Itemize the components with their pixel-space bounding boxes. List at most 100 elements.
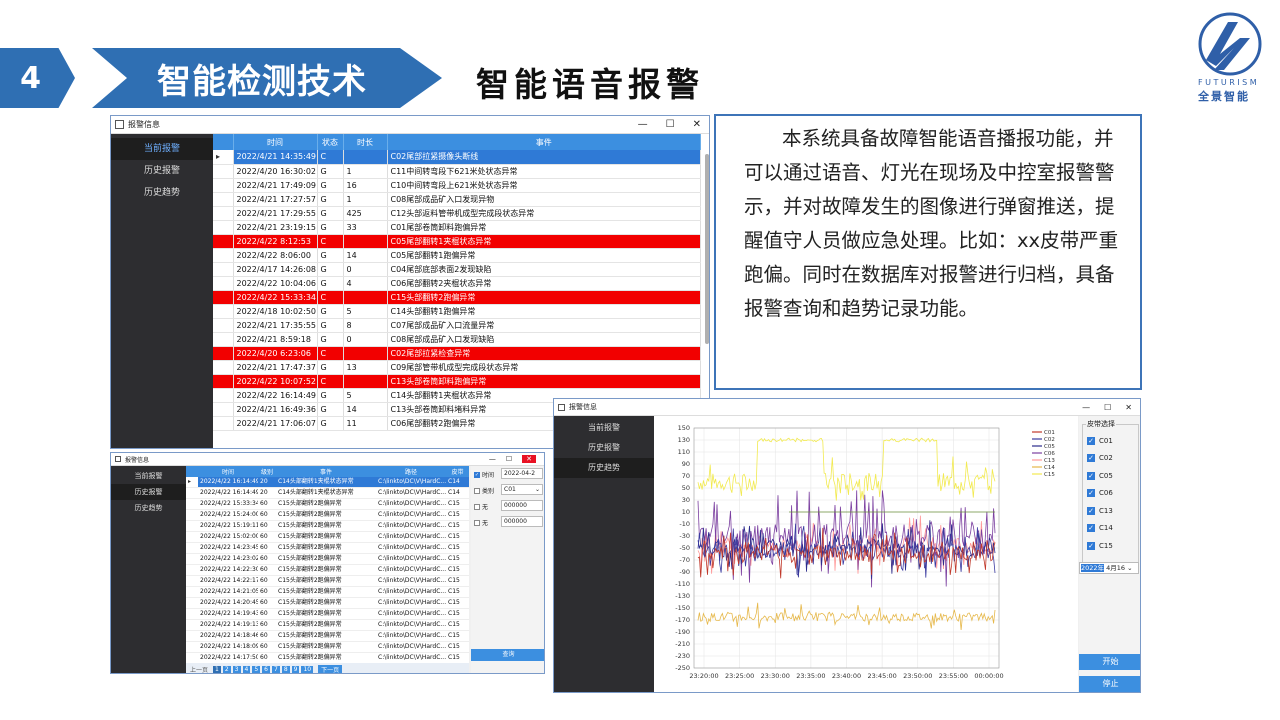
minimize-icon[interactable]: — bbox=[489, 455, 496, 463]
table-row[interactable]: ▸ 2022/4/22 16:14:49 20 C14头部翻转1夹棍状态异常 C:\li… bbox=[186, 477, 469, 488]
belt-option[interactable]: ✓ C02 bbox=[1087, 450, 1113, 468]
stop-button[interactable]: 停止 bbox=[1079, 676, 1140, 692]
table-row[interactable]: 2022/4/17 14:26:08 G 0 C04尾部底部表面2发现缺陷 bbox=[213, 262, 701, 277]
nav-history-alarm[interactable]: 历史报警 bbox=[554, 438, 654, 458]
nav-current-alarm[interactable]: 当前报警 bbox=[554, 418, 654, 438]
col-time[interactable]: 时间 bbox=[233, 134, 318, 150]
time-input[interactable]: 2022-04-2 bbox=[501, 468, 543, 479]
pager-page[interactable]: 7 bbox=[271, 665, 280, 673]
table-row[interactable]: 2022/4/21 17:49:09 G 16 C10中间转弯段上621米处状态异常 bbox=[213, 178, 701, 193]
table-row[interactable]: 2022/4/22 15:19:11 60 C15头部翻转2跑偏异常 C:\linkt… bbox=[186, 520, 469, 532]
pager-page[interactable]: 5 bbox=[252, 665, 261, 673]
table-row[interactable]: 2022/4/22 8:12:53 C C05尾部翻转1夹棍状态异常 bbox=[213, 234, 701, 249]
belt-option[interactable]: ✓ C14 bbox=[1087, 520, 1113, 538]
vertical-scrollbar[interactable] bbox=[705, 154, 709, 344]
col-belt[interactable]: 皮带 bbox=[446, 466, 469, 477]
belt-checkbox[interactable]: ✓ bbox=[1087, 471, 1095, 480]
pager-prev[interactable]: 上一页 bbox=[190, 665, 208, 674]
query-button[interactable]: 查询 bbox=[471, 649, 544, 661]
nav-history-alarm[interactable]: 历史报警 bbox=[111, 160, 213, 182]
col-status[interactable]: 状态 bbox=[317, 134, 344, 150]
table-row[interactable]: 2022/4/22 14:20:45 60 C15头部翻转2跑偏异常 C:\linkt… bbox=[186, 597, 469, 609]
table-row[interactable]: 2022/4/21 17:29:55 G 425 C12头部返料管带机成型完成段状态异… bbox=[213, 206, 701, 221]
col-path[interactable]: 路径 bbox=[376, 466, 446, 477]
table-row[interactable]: 2022/4/22 14:18:09 60 C15头部翻转2跑偏异常 C:\linkt… bbox=[186, 641, 469, 653]
table-row[interactable]: 2022/4/21 8:59:18 G 0 C08尾部成品矿入口发现缺陷 bbox=[213, 332, 701, 347]
col-event[interactable]: 事件 bbox=[276, 466, 376, 477]
table-row[interactable]: 2022/4/22 14:23:45 60 C15头部翻转2跑偏异常 C:\linkt… bbox=[186, 542, 469, 554]
close-icon[interactable]: ✕ bbox=[1125, 403, 1132, 412]
table-row[interactable]: 2022/4/22 14:19:13 60 C15头部翻转2跑偏异常 C:\linkt… bbox=[186, 619, 469, 631]
minimize-icon[interactable]: — bbox=[1082, 403, 1090, 412]
nav-current-alarm[interactable]: 当前报警 bbox=[111, 138, 213, 160]
nav-history-trend[interactable]: 历史趋势 bbox=[111, 182, 213, 204]
table-row[interactable]: 2022/4/22 15:24:00 60 C15头部翻转2跑偏异常 C:\linkt… bbox=[186, 509, 469, 521]
table-row[interactable]: 2022/4/22 15:33:34 C C15头部翻转2跑偏异常 bbox=[213, 290, 701, 305]
table-row[interactable]: 2022/4/20 16:30:02 G 1 C11中间转弯段下621米处状态异常 bbox=[213, 164, 701, 179]
belt-checkbox[interactable]: ✓ bbox=[1087, 524, 1095, 533]
f3-input[interactable]: 000000 bbox=[501, 500, 543, 511]
table-row[interactable]: 2022/4/22 15:02:00 60 C15头部翻转2跑偏异常 C:\linkt… bbox=[186, 531, 469, 543]
table-row[interactable]: 2022/4/18 10:02:50 G 5 C14头部翻转1跑偏异常 bbox=[213, 304, 701, 319]
f3-checkbox[interactable] bbox=[474, 503, 480, 510]
table-row[interactable]: 2022/4/22 10:04:06 G 4 C06尾部翻转2夹棍状态异常 bbox=[213, 276, 701, 291]
nav-current-alarm[interactable]: 当前报警 bbox=[111, 468, 186, 484]
table-row[interactable]: 2022/4/22 14:17:50 60 C15头部翻转2跑偏异常 C:\linkt… bbox=[186, 652, 469, 664]
f4-input[interactable]: 000000 bbox=[501, 516, 543, 527]
nav-history-trend[interactable]: 历史趋势 bbox=[111, 500, 186, 516]
belt-option[interactable]: ✓ C01 bbox=[1087, 432, 1113, 450]
col-duration[interactable]: 时长 bbox=[343, 134, 388, 150]
col-time[interactable]: 时间 bbox=[198, 466, 258, 477]
close-icon[interactable]: ✕ bbox=[693, 119, 701, 130]
belt-option[interactable]: ✓ C13 bbox=[1087, 502, 1113, 520]
pager-page[interactable]: 2 bbox=[222, 665, 231, 673]
table-row[interactable]: 2022/4/22 14:22:30 60 C15头部翻转2跑偏异常 C:\linkt… bbox=[186, 564, 469, 576]
nav-history-alarm[interactable]: 历史报警 bbox=[111, 484, 186, 500]
belt-option[interactable]: ✓ C15 bbox=[1087, 537, 1113, 555]
belt-option[interactable]: ✓ C06 bbox=[1087, 485, 1113, 503]
date-monthday[interactable]: 4月16 bbox=[1106, 564, 1125, 572]
nav-history-trend[interactable]: 历史趋势 bbox=[554, 458, 654, 478]
time-checkbox[interactable]: ✓ bbox=[474, 471, 480, 478]
table-row[interactable]: 2022/4/22 10:07:52 C C13头部卷筒卸料跑偏异常 bbox=[213, 374, 701, 389]
maximize-icon[interactable]: ☐ bbox=[1104, 403, 1111, 412]
col-event[interactable]: 事件 bbox=[387, 134, 701, 150]
table-row[interactable]: 2022/4/21 17:27:57 G 1 C08尾部成品矿入口发现异物 bbox=[213, 192, 701, 207]
maximize-icon[interactable]: ☐ bbox=[506, 455, 512, 463]
close-icon[interactable]: ✕ bbox=[522, 455, 536, 463]
date-year[interactable]: 2022年 bbox=[1081, 564, 1105, 572]
date-picker[interactable]: 2022年 4月16 ⌄ bbox=[1079, 562, 1139, 574]
belt-checkbox[interactable]: ✓ bbox=[1087, 436, 1095, 445]
table-row[interactable]: 2022/4/22 14:18:46 60 C15头部翻转2跑偏异常 C:\linkt… bbox=[186, 630, 469, 642]
table-row[interactable]: 2022/4/22 16:14:49 20 C14头部翻转1夹棍状态异常 C:\lin… bbox=[186, 487, 469, 499]
maximize-icon[interactable]: ☐ bbox=[666, 119, 675, 130]
table-row[interactable]: 2022/4/22 14:22:17 60 C15头部翻转2跑偏异常 C:\linkt… bbox=[186, 575, 469, 587]
table-row[interactable]: ▸ 2022/4/21 14:35:49 C C02尾部拉紧摄像头断线 bbox=[213, 150, 701, 165]
table-row[interactable]: 2022/4/21 17:35:55 G 8 C07尾部成品矿入口流量异常 bbox=[213, 318, 701, 333]
table-row[interactable]: 2022/4/21 23:19:15 G 33 C01尾部卷筒卸料跑偏异常 bbox=[213, 220, 701, 235]
pager-page[interactable]: 4 bbox=[242, 665, 251, 673]
belt-option[interactable]: ✓ C05 bbox=[1087, 467, 1113, 485]
minimize-icon[interactable]: — bbox=[638, 119, 648, 130]
table-row[interactable]: 2022/4/22 14:21:05 60 C15头部翻转2跑偏异常 C:\linkt… bbox=[186, 586, 469, 598]
type-checkbox[interactable] bbox=[474, 487, 480, 494]
belt-checkbox[interactable]: ✓ bbox=[1087, 506, 1095, 515]
pager-next[interactable]: 下一页 bbox=[318, 664, 343, 673]
table-row[interactable]: 2022/4/22 14:19:43 60 C15头部翻转2跑偏异常 C:\linkt… bbox=[186, 608, 469, 620]
pager-page[interactable]: 10 bbox=[301, 665, 314, 673]
belt-checkbox[interactable]: ✓ bbox=[1087, 454, 1095, 463]
pager-page[interactable]: 6 bbox=[262, 665, 270, 673]
belt-checkbox[interactable]: ✓ bbox=[1087, 489, 1095, 498]
table-row[interactable]: 2022/4/22 8:06:00 G 14 C05尾部翻转1跑偏异常 bbox=[213, 248, 701, 263]
table-row[interactable]: 2022/4/22 15:33:34 60 C15头部翻转2跑偏异常 C:\linkt… bbox=[186, 498, 469, 510]
pager-page[interactable]: 8 bbox=[281, 665, 290, 673]
pager-page[interactable]: 9 bbox=[291, 665, 300, 673]
f4-checkbox[interactable] bbox=[474, 519, 480, 526]
table-row[interactable]: 2022/4/20 6:23:06 C C02尾部拉紧检查异常 bbox=[213, 346, 701, 361]
table-row[interactable]: 2022/4/21 17:47:37 G 13 C09尾部管带机成型完成段状态异常 bbox=[213, 360, 701, 375]
pager-page[interactable]: 3 bbox=[232, 665, 241, 673]
table-row[interactable]: 2022/4/22 14:23:02 60 C15头部翻转2跑偏异常 C:\linkt… bbox=[186, 553, 469, 565]
pager-page[interactable]: 1 bbox=[213, 665, 221, 673]
belt-checkbox[interactable]: ✓ bbox=[1087, 541, 1095, 550]
col-level[interactable]: 级别 bbox=[258, 466, 276, 477]
